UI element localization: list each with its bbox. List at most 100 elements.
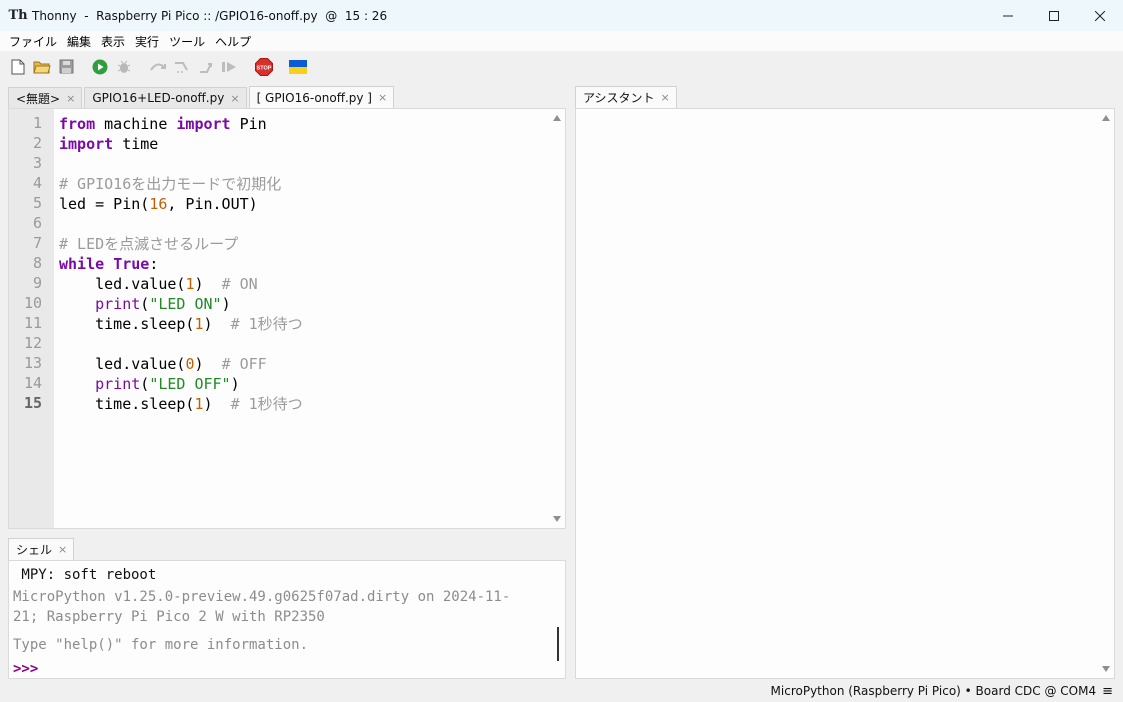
step-over-button[interactable] xyxy=(148,57,168,77)
shell-prompt[interactable]: >>> xyxy=(13,661,38,677)
code-content: from machine import Pin import time # GP… xyxy=(59,114,303,414)
menu-bar: ファイル 編集 表示 実行 ツール ヘルプ xyxy=(0,31,1123,51)
line-number: 9 xyxy=(32,274,42,292)
tab-close-icon[interactable]: × xyxy=(66,92,75,105)
open-folder-icon xyxy=(33,61,51,74)
shell-output-line: 21; Raspberry Pi Pico 2 W with RP2350 xyxy=(13,609,325,625)
code-line: while True: xyxy=(59,255,159,273)
open-file-button[interactable] xyxy=(32,57,52,77)
status-bar: MicroPython (Raspberry Pi Pico) • Board … xyxy=(0,680,1123,702)
shell-panel[interactable]: MPY: soft reboot MicroPython v1.25.0-pre… xyxy=(8,560,566,679)
thonny-app-icon: Th xyxy=(8,8,28,23)
code-editor[interactable]: 1 2 3 4 5 6 7 8 9 10 11 12 13 14 15 from… xyxy=(8,108,566,529)
code-line: # GPIO16を出力モードで初期化 xyxy=(59,175,282,193)
line-number: 8 xyxy=(32,254,42,272)
line-number: 11 xyxy=(23,314,42,332)
code-line: led = Pin(16, Pin.OUT) xyxy=(59,195,258,213)
maximize-icon xyxy=(1049,10,1059,21)
menu-run[interactable]: 実行 xyxy=(130,33,164,50)
new-file-button[interactable] xyxy=(8,57,28,77)
tab-shell[interactable]: シェル × xyxy=(8,538,75,560)
code-line: print("LED OFF") xyxy=(95,375,240,393)
current-line-number: 15 xyxy=(23,394,42,412)
line-number: 10 xyxy=(23,294,42,312)
menu-tools[interactable]: ツール xyxy=(164,33,210,50)
resume-icon xyxy=(222,61,236,72)
stop-icon: STOP xyxy=(255,57,273,76)
step-out-button[interactable] xyxy=(196,57,216,77)
line-number: 1 xyxy=(32,114,42,132)
new-file-icon xyxy=(11,59,25,74)
maximize-button[interactable] xyxy=(1031,0,1077,31)
debug-button[interactable] xyxy=(114,57,134,77)
run-icon xyxy=(92,59,108,74)
line-number: 6 xyxy=(32,214,42,232)
step-into-icon xyxy=(175,61,188,73)
shell-output-line: MicroPython v1.25.0-preview.49.g0625f07a… xyxy=(13,589,511,605)
tab-label: アシスタント xyxy=(583,91,655,105)
toolbar: STOP xyxy=(0,51,1123,82)
step-out-icon xyxy=(200,62,212,73)
minimize-icon xyxy=(1003,15,1013,16)
step-into-button[interactable] xyxy=(172,57,192,77)
shell-output-line: Type "help()" for more information. xyxy=(13,637,309,653)
tab-label: [ GPIO16-onoff.py ] xyxy=(256,90,372,105)
tab-untitled[interactable]: <無題> × xyxy=(8,87,83,108)
close-icon xyxy=(1095,10,1105,21)
line-number: 5 xyxy=(32,194,42,212)
scroll-down-icon[interactable] xyxy=(553,516,561,522)
menu-help[interactable]: ヘルプ xyxy=(210,33,256,50)
stop-button[interactable]: STOP xyxy=(254,57,274,77)
run-button[interactable] xyxy=(90,57,110,77)
hamburger-menu-icon[interactable]: ≡ xyxy=(1102,684,1113,699)
tab-gpio16-onoff[interactable]: [ GPIO16-onoff.py ] × xyxy=(248,86,395,108)
shell-scrollbar-thumb[interactable] xyxy=(557,627,559,661)
tab-close-icon[interactable]: × xyxy=(230,92,239,105)
svg-text:STOP: STOP xyxy=(257,65,272,71)
assistant-tab-bar: アシスタント × xyxy=(575,86,679,108)
code-line: # LEDを点滅させるループ xyxy=(59,235,239,253)
ukraine-flag-icon xyxy=(289,59,307,74)
ukraine-flag-button[interactable] xyxy=(288,57,308,77)
code-line: time.sleep(1) # 1秒待つ xyxy=(59,395,303,413)
code-line: led.value(1) # ON xyxy=(59,275,258,293)
line-number-gutter: 1 2 3 4 5 6 7 8 9 10 11 12 13 14 15 xyxy=(9,109,54,528)
line-number: 7 xyxy=(32,234,42,252)
resume-button[interactable] xyxy=(220,57,240,77)
close-button[interactable] xyxy=(1077,0,1123,31)
menu-view[interactable]: 表示 xyxy=(96,33,130,50)
code-line: led.value(0) # OFF xyxy=(59,355,267,373)
line-number: 3 xyxy=(32,154,42,172)
line-number: 14 xyxy=(23,374,42,392)
tab-gpio16-led-onoff[interactable]: GPIO16+LED-onoff.py × xyxy=(84,87,247,108)
line-number: 4 xyxy=(32,174,42,192)
save-button[interactable] xyxy=(56,57,76,77)
menu-edit[interactable]: 編集 xyxy=(62,33,96,50)
scroll-up-icon[interactable] xyxy=(553,115,561,121)
tab-close-icon[interactable]: × xyxy=(58,543,67,556)
line-number: 2 xyxy=(32,134,42,152)
tab-close-icon[interactable]: × xyxy=(378,91,387,104)
tab-close-icon[interactable]: × xyxy=(661,91,670,104)
editor-tab-bar: <無題> × GPIO16+LED-onoff.py × [ GPIO16-on… xyxy=(8,86,396,108)
tab-label: <無題> xyxy=(16,91,61,106)
line-number: 12 xyxy=(23,334,42,352)
save-icon xyxy=(59,59,73,74)
interpreter-status[interactable]: MicroPython (Raspberry Pi Pico) • Board … xyxy=(771,684,1097,698)
tab-label: シェル xyxy=(16,543,53,557)
minimize-button[interactable] xyxy=(985,0,1031,31)
shell-tab-bar: シェル × xyxy=(8,538,76,560)
debug-icon xyxy=(117,60,131,73)
title-bar: Th Thonny - Raspberry Pi Pico :: /GPIO16… xyxy=(0,0,1123,31)
menu-file[interactable]: ファイル xyxy=(4,33,62,50)
tab-assistant[interactable]: アシスタント × xyxy=(575,86,677,108)
assistant-scrollbar[interactable] xyxy=(1098,109,1114,678)
scroll-down-icon[interactable] xyxy=(1102,666,1110,672)
editor-scrollbar[interactable] xyxy=(549,109,565,528)
code-line: import time xyxy=(59,135,159,153)
window-controls xyxy=(985,0,1123,31)
code-line: time.sleep(1) # 1秒待つ xyxy=(59,315,303,333)
scroll-up-icon[interactable] xyxy=(1102,115,1110,121)
